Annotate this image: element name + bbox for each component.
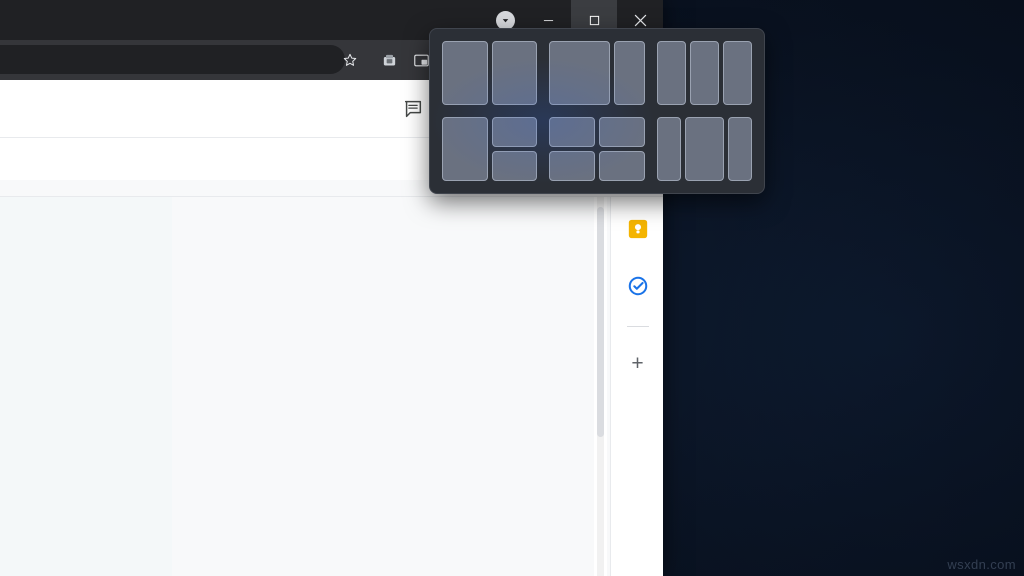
side-panel-divider xyxy=(626,326,649,327)
snap-layout-wide-left-narrow-right[interactable] xyxy=(543,35,650,111)
docs-canvas[interactable]: . If you aking of t work well can snap -… xyxy=(0,197,663,576)
docs-page-gutter xyxy=(0,197,172,576)
snap-zone[interactable] xyxy=(598,151,645,181)
scrollbar-thumb[interactable] xyxy=(597,207,604,437)
snap-zone[interactable] xyxy=(598,117,645,147)
snap-zone[interactable] xyxy=(684,117,724,181)
snap-zone[interactable] xyxy=(722,41,752,105)
snap-layout-two-equal-columns[interactable] xyxy=(436,35,543,111)
snap-zone[interactable] xyxy=(689,41,719,105)
snap-zone[interactable] xyxy=(491,41,538,105)
snap-zone[interactable] xyxy=(549,151,595,181)
snap-zone[interactable] xyxy=(656,41,686,105)
vertical-scrollbar[interactable] xyxy=(594,197,607,576)
bookmark-star-icon[interactable] xyxy=(339,49,361,71)
snap-layout-four-quadrants[interactable] xyxy=(543,111,650,187)
snap-layout-left-column-two-stacked-right[interactable] xyxy=(436,111,543,187)
snap-zone[interactable] xyxy=(549,41,611,105)
snap-zone[interactable] xyxy=(491,151,538,181)
snap-zone[interactable] xyxy=(491,117,538,147)
snap-layout-three-equal-columns[interactable] xyxy=(651,35,758,111)
snap-zone[interactable] xyxy=(442,117,488,181)
snap-layout-narrow-wide-narrow-columns[interactable] xyxy=(651,111,758,187)
snap-zone[interactable] xyxy=(549,117,595,147)
add-addon-button[interactable]: + xyxy=(624,349,652,377)
extensions-puzzle-icon[interactable] xyxy=(378,49,400,71)
watermark: wsxdn.com xyxy=(947,557,1016,572)
address-bar[interactable] xyxy=(0,45,345,74)
snap-zone[interactable] xyxy=(614,41,645,105)
docs-side-panel[interactable]: + xyxy=(610,197,663,576)
screen: wsxdn.com + xyxy=(0,0,1024,576)
snap-zone[interactable] xyxy=(656,117,681,181)
tasks-check-icon[interactable] xyxy=(624,272,652,300)
snap-zone[interactable] xyxy=(727,117,752,181)
explore-lightbulb-icon[interactable] xyxy=(624,215,652,243)
snap-layouts-flyout[interactable] xyxy=(429,28,765,194)
comment-history-icon[interactable] xyxy=(400,96,426,122)
snap-zone[interactable] xyxy=(442,41,488,105)
